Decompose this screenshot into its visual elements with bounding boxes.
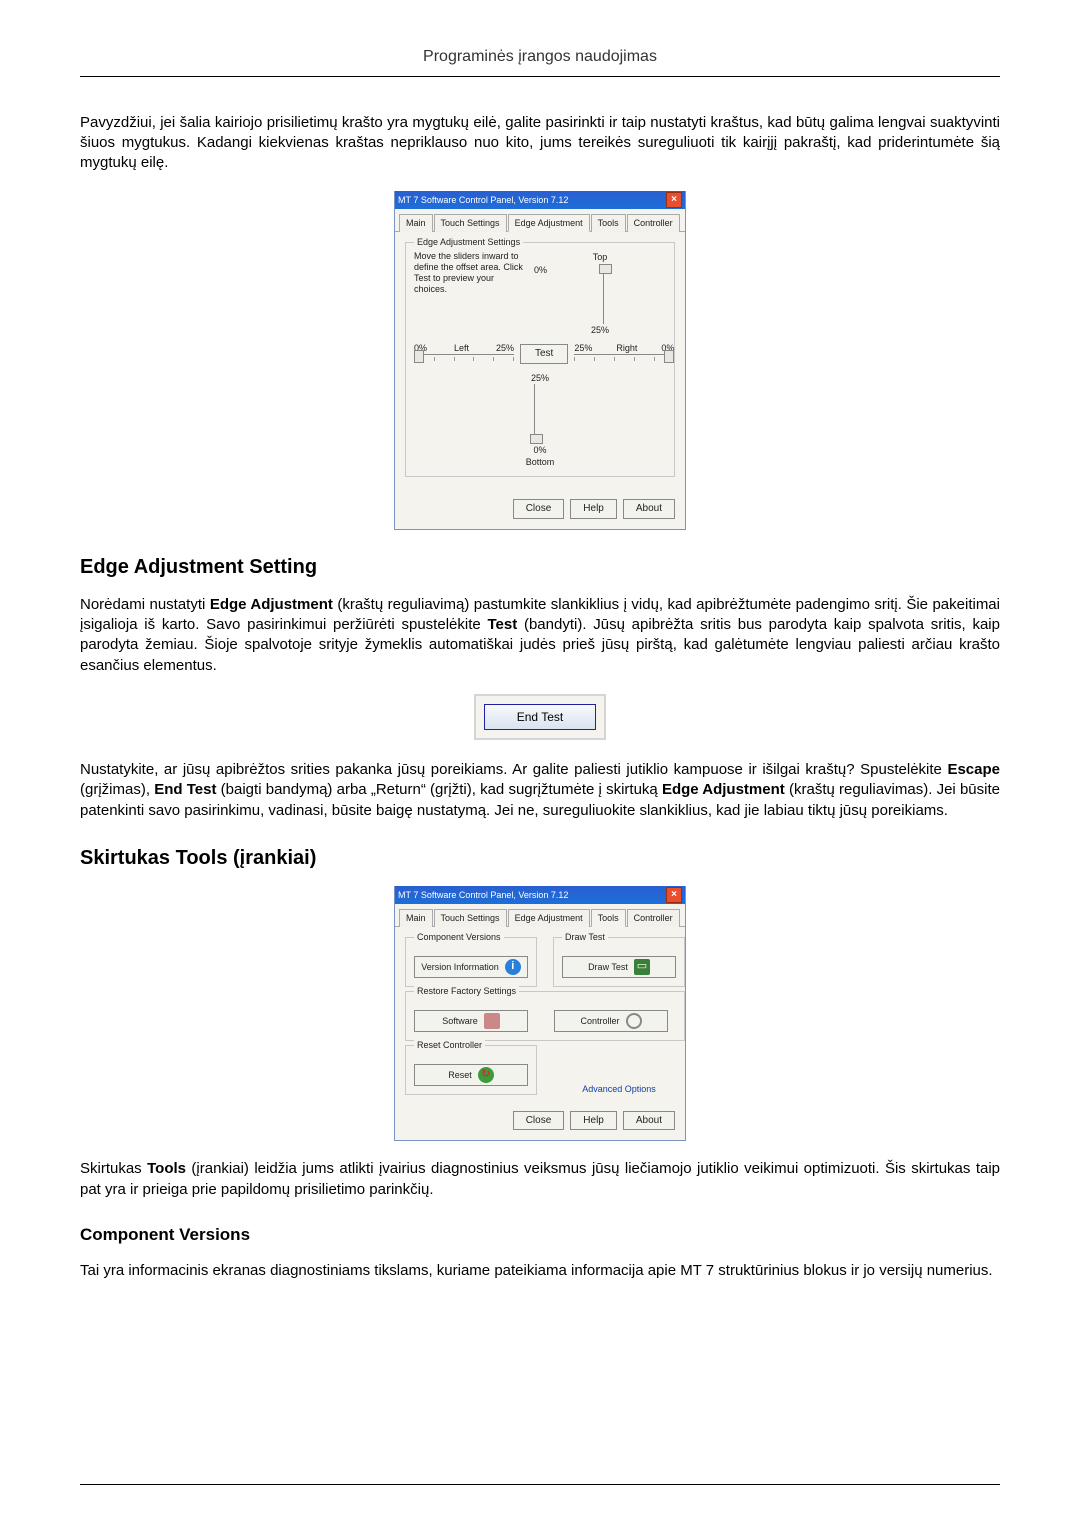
heading-tools-tab: Skirtukas Tools (įrankiai) <box>80 845 1000 872</box>
help-button[interactable]: Help <box>570 499 617 519</box>
reset-button[interactable]: Reset ↻ <box>414 1064 528 1086</box>
tab-controller[interactable]: Controller <box>627 909 680 927</box>
label-right: Right <box>616 342 637 354</box>
controller-icon <box>626 1013 642 1029</box>
top-0pct: 0% <box>534 264 547 324</box>
test-button[interactable]: Test <box>520 344 568 364</box>
paragraph-intro: Pavyzdžiui, jei šalia kairiojo prisiliet… <box>80 113 1000 174</box>
draw-test-button[interactable]: Draw Test ▭ <box>562 956 676 978</box>
restore-software-button[interactable]: Software <box>414 1010 528 1032</box>
bottom-0pct: 0% <box>526 444 555 456</box>
about-button[interactable]: About <box>623 1111 675 1131</box>
titlebar: MT 7 Software Control Panel, Version 7.1… <box>395 886 685 904</box>
paragraph-tools: Skirtukas Tools (įrankiai) leidžia jums … <box>80 1159 1000 1200</box>
tab-controller[interactable]: Controller <box>627 214 680 232</box>
window-title: MT 7 Software Control Panel, Version 7.1… <box>398 889 568 901</box>
close-icon[interactable]: × <box>666 887 682 903</box>
label-left: Left <box>454 342 469 354</box>
label-bottom: Bottom <box>526 456 555 468</box>
end-test-button[interactable]: End Test <box>484 704 596 730</box>
btn-label: Controller <box>580 1015 619 1027</box>
reset-icon: ↻ <box>478 1067 494 1083</box>
group-title: Restore Factory Settings <box>414 985 519 997</box>
end-test-preview: End Test <box>474 694 606 740</box>
page-header: Programinės įrangos naudojimas <box>80 40 1000 77</box>
close-icon[interactable]: × <box>666 192 682 208</box>
group-title: Component Versions <box>414 931 504 943</box>
btn-label: Version Information <box>421 961 499 973</box>
advanced-options-link[interactable]: Advanced Options <box>582 1083 656 1095</box>
group-title: Draw Test <box>562 931 608 943</box>
group-component-versions: Component Versions Version Information i <box>405 937 537 987</box>
btn-label: Software <box>442 1015 478 1027</box>
group-reset-controller: Reset Controller Reset ↻ <box>405 1045 537 1095</box>
tab-touch-settings[interactable]: Touch Settings <box>434 214 507 232</box>
hint-text: Move the sliders inward to define the of… <box>414 251 524 335</box>
window-title: MT 7 Software Control Panel, Version 7.1… <box>398 194 568 206</box>
right-25pct: 25% <box>574 342 592 354</box>
tab-edge-adjustment[interactable]: Edge Adjustment <box>508 214 590 232</box>
left-25pct: 25% <box>496 342 514 354</box>
tab-tools[interactable]: Tools <box>591 214 626 232</box>
group-restore-factory: Restore Factory Settings Software Contro… <box>405 991 685 1041</box>
top-25pct: 25% <box>534 324 666 336</box>
label-top: Top <box>534 251 666 263</box>
close-button[interactable]: Close <box>513 1111 565 1131</box>
restore-controller-button[interactable]: Controller <box>554 1010 668 1032</box>
window-tools: MT 7 Software Control Panel, Version 7.1… <box>394 886 686 1142</box>
tabstrip: Main Touch Settings Edge Adjustment Tool… <box>395 209 685 232</box>
close-button[interactable]: Close <box>513 499 565 519</box>
btn-label: Draw Test <box>588 961 628 973</box>
group-title: Reset Controller <box>414 1039 485 1051</box>
tab-main[interactable]: Main <box>399 909 433 927</box>
tab-main[interactable]: Main <box>399 214 433 232</box>
paragraph-edge-adjust: Norėdami nustatyti Edge Adjustment (kraš… <box>80 595 1000 676</box>
paragraph-component-versions: Tai yra informacinis ekranas diagnostini… <box>80 1261 1000 1281</box>
slider-left[interactable] <box>414 354 514 366</box>
bottom-25pct: 25% <box>526 372 555 384</box>
btn-label: Reset <box>448 1069 472 1081</box>
slider-bottom[interactable] <box>534 384 546 444</box>
slider-right[interactable] <box>574 354 674 366</box>
help-button[interactable]: Help <box>570 1111 617 1131</box>
about-button[interactable]: About <box>623 499 675 519</box>
tab-tools[interactable]: Tools <box>591 909 626 927</box>
window-edge-adjustment: MT 7 Software Control Panel, Version 7.1… <box>394 191 686 529</box>
paragraph-end-test: Nustatykite, ar jūsų apibrėžtos srities … <box>80 760 1000 821</box>
group-edge-settings: Edge Adjustment Settings Move the slider… <box>405 242 675 477</box>
footer-rule <box>80 1484 1000 1485</box>
tab-edge-adjustment[interactable]: Edge Adjustment <box>508 909 590 927</box>
group-draw-test: Draw Test Draw Test ▭ <box>553 937 685 987</box>
tabstrip: Main Touch Settings Edge Adjustment Tool… <box>395 904 685 927</box>
tab-touch-settings[interactable]: Touch Settings <box>434 909 507 927</box>
slider-top[interactable] <box>603 264 615 324</box>
titlebar: MT 7 Software Control Panel, Version 7.1… <box>395 191 685 209</box>
monitor-icon: ▭ <box>634 959 650 975</box>
heading-edge-adjustment: Edge Adjustment Setting <box>80 554 1000 581</box>
heading-component-versions: Component Versions <box>80 1224 1000 1247</box>
group-title: Edge Adjustment Settings <box>414 236 523 248</box>
version-info-button[interactable]: Version Information i <box>414 956 528 978</box>
info-icon: i <box>505 959 521 975</box>
software-icon <box>484 1013 500 1029</box>
